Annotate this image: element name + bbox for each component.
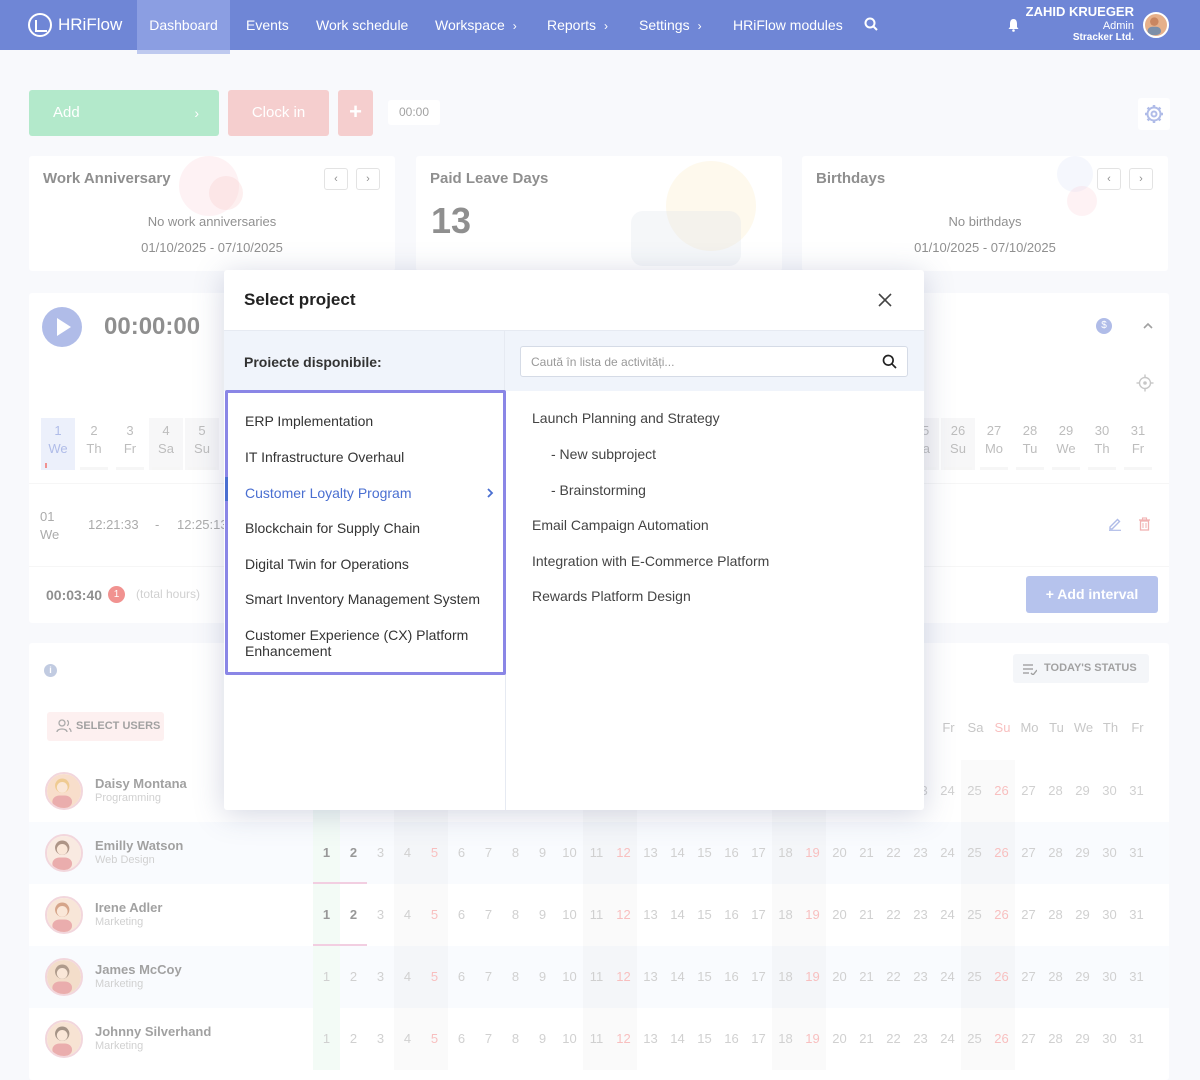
close-icon[interactable]	[877, 292, 893, 308]
nav-modules[interactable]: HRiFlow modules	[733, 0, 843, 50]
projects-header: Proiecte disponibile:	[224, 330, 505, 391]
user-avatar[interactable]	[1143, 12, 1169, 38]
nav-workspace[interactable]: Workspace ›	[435, 0, 517, 50]
logo[interactable]: HRiFlow	[28, 12, 122, 38]
chevron-right-icon: ›	[697, 19, 702, 33]
project-item-selected[interactable]: Customer Loyalty Program	[245, 485, 495, 501]
nav-workspace-label: Workspace	[435, 17, 505, 33]
select-project-modal: Select project Proiecte disponibile: ERP…	[224, 270, 924, 810]
project-item[interactable]: Blockchain for Supply Chain	[245, 520, 495, 536]
activity-item[interactable]: Email Campaign Automation	[532, 517, 709, 533]
nav-reports-label: Reports	[547, 17, 597, 33]
nav-work-schedule-label: Work schedule	[316, 17, 409, 33]
nav-settings[interactable]: Settings ›	[639, 0, 702, 50]
search-icon[interactable]	[882, 354, 897, 369]
chevron-right-icon: ›	[604, 19, 609, 33]
bell-icon[interactable]	[1007, 18, 1020, 32]
chevron-right-icon	[487, 488, 494, 498]
search-icon[interactable]	[864, 17, 878, 31]
selected-indicator	[225, 477, 228, 501]
project-item[interactable]: Customer Experience (CX) Platform Enhanc…	[245, 627, 495, 659]
nav-events[interactable]: Events	[246, 0, 289, 50]
nav-reports[interactable]: Reports ›	[547, 0, 608, 50]
user-name[interactable]: ZAHID KRUEGER	[1026, 5, 1134, 18]
project-list: ERP Implementation IT Infrastructure Ove…	[225, 390, 506, 675]
activity-subitem[interactable]: - New subproject	[551, 446, 656, 462]
project-item[interactable]: Digital Twin for Operations	[245, 556, 495, 572]
activity-subitem[interactable]: - Brainstorming	[551, 482, 646, 498]
nav-work-schedule[interactable]: Work schedule	[316, 0, 408, 50]
nav-settings-label: Settings	[639, 17, 690, 33]
nav-dashboard-label: Dashboard	[149, 17, 218, 33]
activity-item[interactable]: Rewards Platform Design	[532, 588, 691, 604]
activity-item[interactable]: Launch Planning and Strategy	[532, 410, 720, 426]
chevron-right-icon: ›	[512, 19, 517, 33]
logo-icon	[28, 13, 52, 37]
logo-text: HRiFlow	[58, 15, 123, 34]
user-company: Stracker Ltd.	[1072, 32, 1134, 43]
projects-header-label: Proiecte disponibile:	[244, 354, 382, 370]
project-item[interactable]: IT Infrastructure Overhaul	[245, 449, 495, 465]
project-item[interactable]: ERP Implementation	[245, 413, 495, 429]
nav-events-label: Events	[246, 17, 289, 33]
modal-title: Select project	[244, 290, 356, 309]
project-item[interactable]: Smart Inventory Management System	[245, 591, 495, 607]
nav-modules-label: HRiFlow modules	[733, 17, 843, 33]
user-role: Admin	[1102, 20, 1134, 32]
activity-item[interactable]: Integration with E-Commerce Platform	[532, 553, 769, 569]
nav-dashboard[interactable]: Dashboard	[137, 0, 230, 54]
top-nav: HRiFlow Dashboard Events Work schedule W…	[0, 0, 1200, 54]
activity-search-input[interactable]	[520, 346, 908, 377]
